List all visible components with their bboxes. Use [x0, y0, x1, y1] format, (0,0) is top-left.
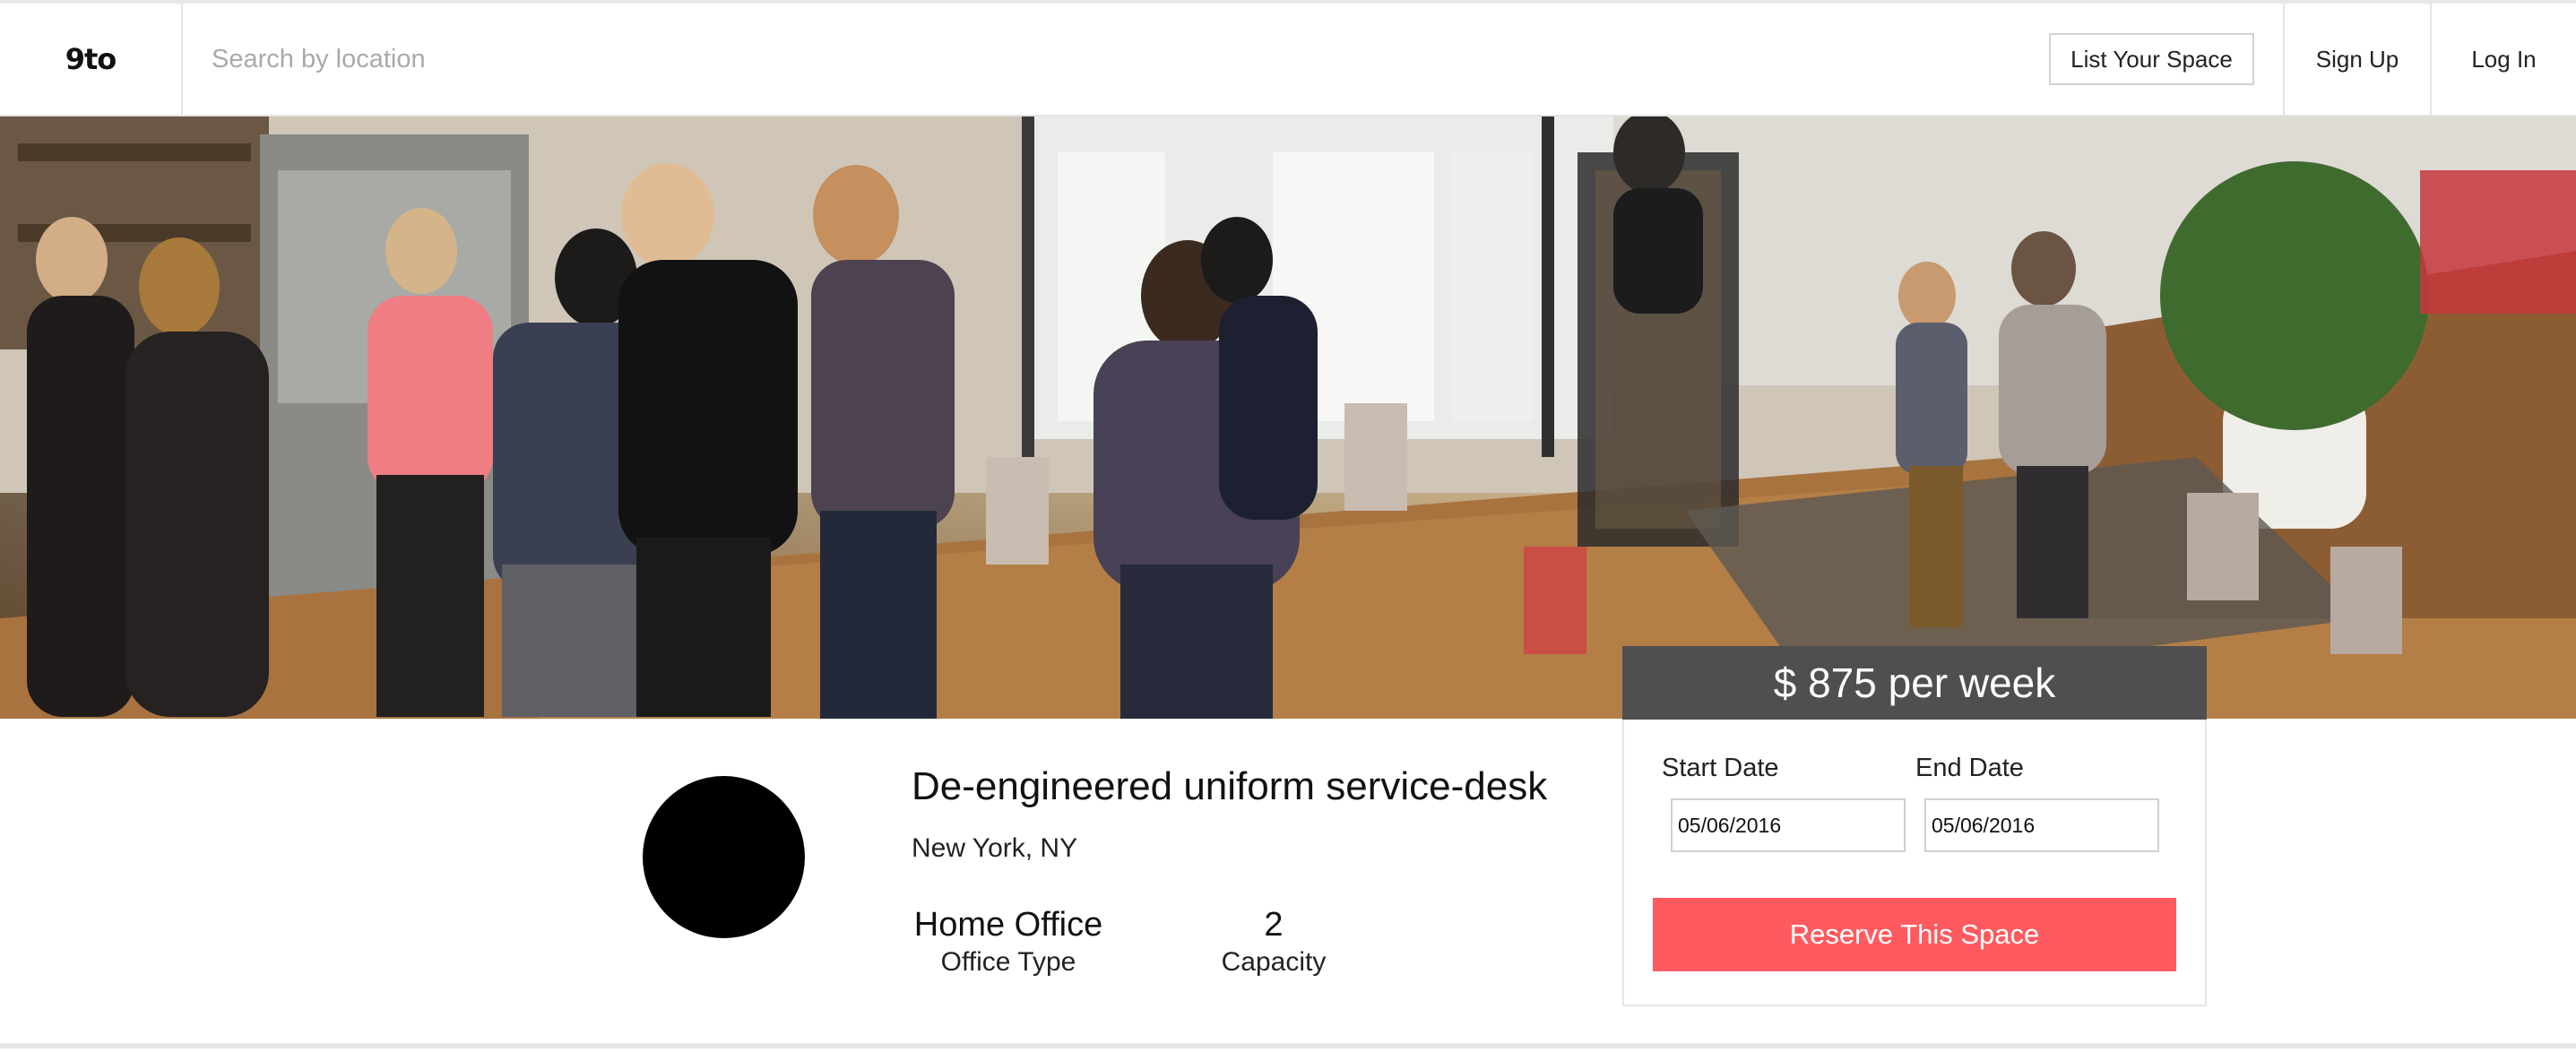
logo-container[interactable]: 9to — [0, 4, 183, 115]
list-your-space-button[interactable]: List Your Space — [2049, 33, 2254, 85]
listing-title: De-engineered uniform service-desk — [912, 764, 1548, 808]
start-date-label: Start Date — [1662, 754, 1779, 782]
hero-photo-illustration — [0, 116, 2576, 719]
end-date-label: End Date — [1915, 754, 2024, 782]
booking-panel: $ 875 per week Start Date End Date Reser… — [1622, 646, 2207, 1006]
end-date-input[interactable] — [1924, 798, 2159, 852]
page-bottom-divider — [0, 1043, 2576, 1048]
price-banner: $ 875 per week — [1622, 646, 2207, 720]
office-type-value: Home Office — [913, 906, 1103, 944]
office-type-stat: Home Office Office Type — [912, 905, 1105, 980]
capacity-value: 2 — [1264, 906, 1284, 944]
start-date-input[interactable] — [1671, 798, 1906, 852]
hero-office-photo — [0, 116, 2576, 719]
search-container — [183, 4, 2038, 115]
list-space-container: List Your Space — [2038, 4, 2265, 115]
office-type-label: Office Type — [940, 947, 1076, 977]
capacity-stat: 2 Capacity — [1201, 905, 1346, 980]
sign-up-link[interactable]: Sign Up — [2316, 46, 2399, 73]
sign-up-container: Sign Up — [2283, 4, 2430, 115]
log-in-container: Log In — [2430, 4, 2576, 115]
log-in-link[interactable]: Log In — [2471, 46, 2536, 73]
location-search-input[interactable] — [212, 32, 1556, 86]
price-text: $ 875 per week — [1773, 660, 2056, 706]
host-avatar — [643, 776, 805, 938]
top-navigation-bar: 9to List Your Space Sign Up Log In — [0, 0, 2576, 116]
capacity-label: Capacity — [1221, 947, 1327, 977]
site-logo[interactable]: 9to — [65, 42, 117, 76]
reserve-space-button[interactable]: Reserve This Space — [1653, 898, 2176, 971]
listing-location: New York, NY — [912, 833, 1078, 863]
